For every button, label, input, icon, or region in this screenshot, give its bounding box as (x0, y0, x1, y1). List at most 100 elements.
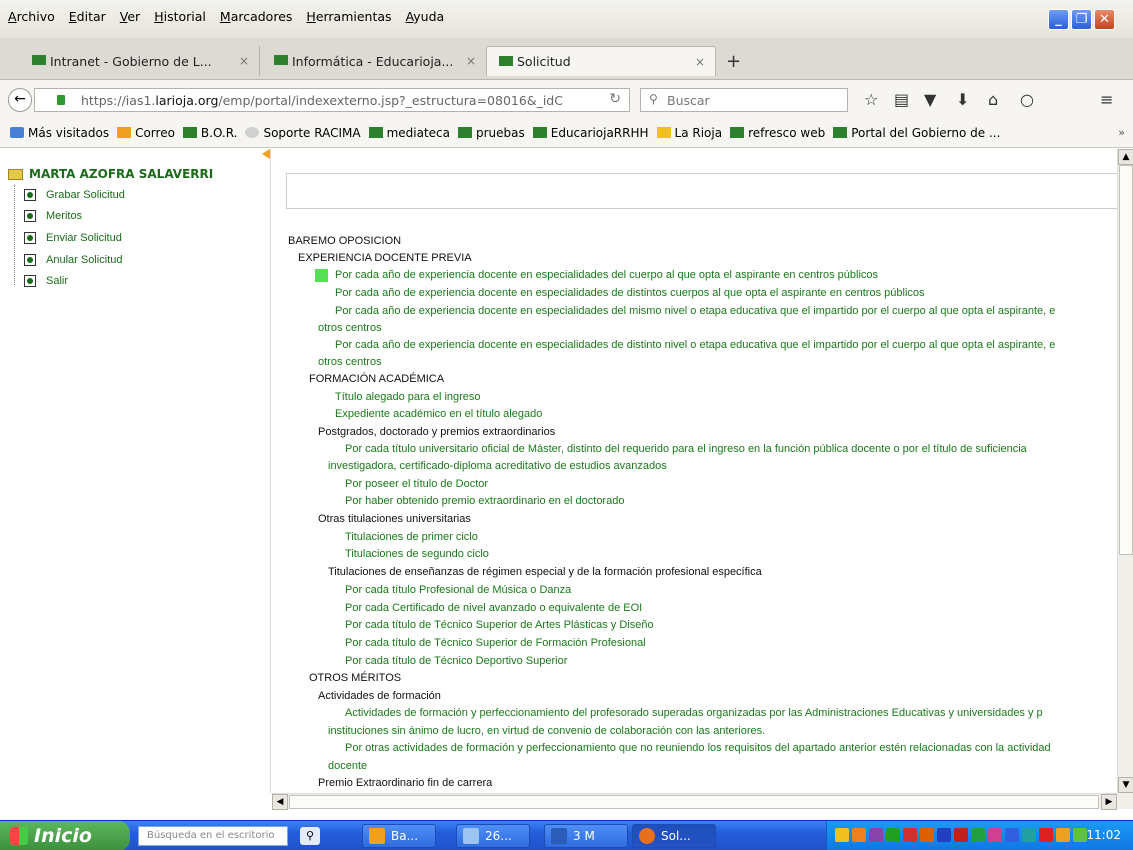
merit-item-cont[interactable]: otros centros (318, 320, 382, 337)
tab-close-icon[interactable]: × (695, 55, 705, 69)
minimize-button[interactable]: _ (1048, 9, 1069, 30)
scroll-up-icon[interactable]: ▲ (1118, 149, 1133, 165)
merit-item[interactable]: Por cada título de Técnico Deportivo Sup… (345, 653, 567, 670)
reading-list-icon[interactable]: ▤ (894, 90, 909, 109)
merit-item[interactable]: Por cada título universitario oficial de… (345, 441, 1027, 458)
pocket-icon[interactable]: ▼ (924, 90, 936, 109)
back-button[interactable]: ← (8, 88, 32, 112)
tray-icon[interactable] (1005, 828, 1019, 842)
menu-herramientas[interactable]: Herramientas (306, 9, 391, 24)
merit-item[interactable]: Por cada año de experiencia docente en e… (335, 285, 925, 302)
bookmark-soporte-racima[interactable]: Soporte RACIMA (245, 126, 361, 140)
bookmark-bor[interactable]: B.O.R. (182, 126, 237, 140)
menu-hamburger-icon[interactable]: ≡ (1100, 90, 1113, 109)
reload-icon[interactable]: ↻ (609, 91, 621, 107)
scroll-down-icon[interactable]: ▼ (1118, 777, 1133, 793)
search-input[interactable]: ⚲ Buscar (640, 88, 848, 112)
merit-item[interactable]: Por cada año de experiencia docente en e… (335, 303, 1055, 320)
merit-item-cont[interactable]: otros centros (318, 354, 382, 371)
bookmark-educariojarrhh[interactable]: EducariojaRRHH (532, 126, 649, 140)
tab-close-icon[interactable]: × (466, 54, 476, 68)
merit-item[interactable]: Titulaciones de segundo ciclo (345, 546, 489, 563)
tray-icon[interactable] (869, 828, 883, 842)
merit-item[interactable]: Actividades de formación y perfeccionami… (345, 705, 1043, 722)
scroll-thumb[interactable] (1119, 165, 1133, 555)
tray-icon[interactable] (971, 828, 985, 842)
sidebar-item-anular-solicitud[interactable]: Anular Solicitud (24, 254, 122, 266)
merit-item[interactable]: Por cada título de Técnico Superior de F… (345, 635, 646, 652)
search-icon[interactable]: ⚲ (300, 827, 320, 845)
merit-item[interactable]: Título alegado para el ingreso (335, 389, 481, 406)
taskbar-firefox[interactable]: Sol... (632, 824, 716, 848)
download-icon[interactable]: ⬇ (956, 90, 969, 109)
sidebar-item-enviar-solicitud[interactable]: Enviar Solicitud (24, 232, 122, 244)
bookmark-mas-visitados[interactable]: Más visitados (10, 126, 109, 140)
bookmark-portal-gobierno[interactable]: Portal del Gobierno de ... (833, 126, 1000, 140)
sidebar-user[interactable]: MARTA AZOFRA SALAVERRI (8, 167, 213, 181)
menu-marcadores[interactable]: Marcadores (220, 9, 293, 24)
taskbar-folder[interactable]: 26... (456, 824, 530, 848)
tab-solicitud[interactable]: Solicitud × (486, 46, 716, 76)
tray-icon[interactable] (937, 828, 951, 842)
bookmark-star-icon[interactable]: ☆ (864, 90, 878, 109)
tray-icon[interactable] (920, 828, 934, 842)
tab-close-icon[interactable]: × (239, 54, 249, 68)
tray-icon[interactable] (1056, 828, 1070, 842)
bookmarks-overflow-icon[interactable]: » (1118, 126, 1125, 139)
tray-icon[interactable] (886, 828, 900, 842)
horizontal-scrollbar[interactable]: ◀ ▶ (272, 793, 1117, 810)
address-bar[interactable]: https://ias1.larioja.org/emp/portal/inde… (34, 88, 630, 112)
merit-item[interactable]: Por cada título Profesional de Música o … (345, 582, 571, 599)
merit-item-cont[interactable]: instituciones sin ánimo de lucro, en vir… (328, 723, 765, 740)
tray-icon[interactable] (954, 828, 968, 842)
bookmark-pruebas[interactable]: pruebas (457, 126, 525, 140)
tab-intranet[interactable]: Intranet - Gobierno de L... × (20, 46, 260, 76)
new-tab-button[interactable]: + (726, 51, 741, 72)
merit-item-cont[interactable]: docente (328, 758, 367, 775)
scroll-thumb[interactable] (289, 795, 1099, 809)
tray-icon[interactable] (1073, 828, 1087, 842)
bookmark-la-rioja[interactable]: La Rioja (656, 126, 722, 140)
sidebar-item-meritos[interactable]: Meritos (24, 210, 82, 222)
tab-informatica[interactable]: Informática - Educarioja... × (262, 46, 486, 76)
start-button[interactable]: Inicio (0, 821, 130, 850)
tray-icon[interactable] (1039, 828, 1053, 842)
tray-icon[interactable] (835, 828, 849, 842)
chat-icon[interactable]: ○ (1020, 90, 1034, 109)
menu-ayuda[interactable]: Ayuda (406, 9, 445, 24)
bookmark-mediateca[interactable]: mediateca (368, 126, 450, 140)
merit-item[interactable]: Expediente académico en el título alegad… (335, 406, 542, 423)
maximize-button[interactable]: ❐ (1071, 9, 1092, 30)
vertical-scrollbar[interactable]: ▲ ▼ (1117, 149, 1133, 793)
merit-item[interactable]: Por cada año de experiencia docente en e… (335, 337, 1055, 354)
tray-icon[interactable] (988, 828, 1002, 842)
merit-item[interactable]: Titulaciones de primer ciclo (345, 529, 478, 546)
sidebar-item-salir[interactable]: Salir (24, 275, 68, 287)
scroll-right-icon[interactable]: ▶ (1101, 794, 1117, 810)
taskbar-word[interactable]: 3 M (544, 824, 628, 848)
sidebar-item-grabar-solicitud[interactable]: Grabar Solicitud (24, 189, 125, 201)
menu-ver[interactable]: Ver (120, 9, 140, 24)
home-icon[interactable]: ⌂ (988, 90, 998, 109)
merit-item[interactable]: Por cada Certificado de nivel avanzado o… (345, 600, 642, 617)
bookmark-refresco-web[interactable]: refresco web (730, 126, 825, 140)
tray-icon[interactable] (903, 828, 917, 842)
merit-item[interactable]: Por otras actividades de formación y per… (345, 740, 1051, 757)
close-window-button[interactable]: ✕ (1094, 9, 1115, 30)
collapse-arrow-icon[interactable] (262, 149, 270, 159)
clock[interactable]: 11:02 (1086, 828, 1121, 842)
merit-item[interactable]: Por poseer el título de Doctor (345, 476, 488, 493)
tray-icon[interactable] (1022, 828, 1036, 842)
bookmark-correo[interactable]: Correo (117, 126, 175, 140)
merit-item[interactable]: Por cada título de Técnico Superior de A… (345, 617, 654, 634)
menu-archivo[interactable]: Archivo (8, 9, 55, 24)
tray-icon[interactable] (852, 828, 866, 842)
scroll-left-icon[interactable]: ◀ (272, 794, 288, 810)
menu-historial[interactable]: Historial (154, 9, 206, 24)
taskbar-outlook[interactable]: Ba... (362, 824, 436, 848)
merit-item[interactable]: Por cada año de experiencia docente en e… (335, 267, 878, 284)
merit-item-cont[interactable]: investigadora, certificado-diploma acred… (328, 458, 667, 475)
merit-item[interactable]: Por haber obtenido premio extraordinario… (345, 493, 624, 510)
desktop-search-input[interactable]: Búsqueda en el escritorio (138, 826, 288, 846)
menu-editar[interactable]: Editar (69, 9, 106, 24)
